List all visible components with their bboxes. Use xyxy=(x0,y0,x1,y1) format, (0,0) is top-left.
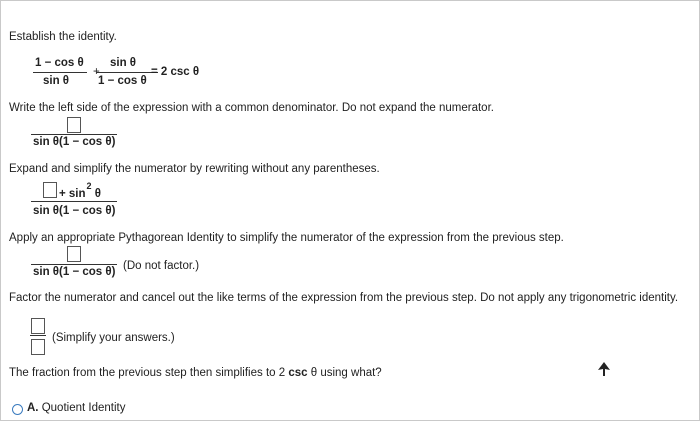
step4-hint: (Simplify your answers.) xyxy=(52,332,175,344)
step2-prompt: Expand and simplify the numerator by rew… xyxy=(9,163,380,175)
step4-numerator-input[interactable] xyxy=(31,318,45,334)
step2-numerator-input[interactable] xyxy=(43,182,57,198)
identity-numerator-1: 1 − cos θ xyxy=(35,57,84,69)
mouse-cursor-icon xyxy=(598,362,610,376)
step2-fraction-bar xyxy=(31,201,117,202)
step1-numerator-input[interactable] xyxy=(67,117,81,133)
option-a[interactable]: A. Quotient Identity xyxy=(27,402,125,414)
step4-denominator-input[interactable] xyxy=(31,339,45,355)
identity-numerator-2: sin θ xyxy=(110,57,137,69)
fraction-bar-2 xyxy=(96,72,158,73)
exponent: 2 xyxy=(86,181,92,191)
step3-hint: (Do not factor.) xyxy=(123,260,200,272)
step4-prompt: Factor the numerator and cancel out the … xyxy=(9,292,679,304)
step1-fraction-bar xyxy=(31,134,117,135)
instruction-text: Establish the identity. xyxy=(9,31,117,43)
step1-prompt: Write the left side of the expression wi… xyxy=(9,102,494,114)
identity-rhs: = 2 csc θ xyxy=(151,66,200,78)
step2-denominator: sin θ(1 − cos θ) xyxy=(33,205,116,217)
fraction-bar-1 xyxy=(33,72,87,73)
step2-numerator-term: + sin2 θ xyxy=(59,181,101,200)
step4-fraction-bar xyxy=(30,335,46,336)
step3-numerator-input[interactable] xyxy=(67,246,81,262)
identity-denominator-1: sin θ xyxy=(43,75,70,87)
option-a-radio[interactable] xyxy=(12,404,23,415)
step3-prompt: Apply an appropriate Pythagorean Identit… xyxy=(9,232,564,244)
step3-fraction-bar xyxy=(31,264,117,265)
step1-denominator: sin θ(1 − cos θ) xyxy=(33,136,116,148)
step5-prompt: The fraction from the previous step then… xyxy=(9,367,382,379)
step3-denominator: sin θ(1 − cos θ) xyxy=(33,266,116,278)
identity-denominator-2: 1 − cos θ xyxy=(98,75,147,87)
